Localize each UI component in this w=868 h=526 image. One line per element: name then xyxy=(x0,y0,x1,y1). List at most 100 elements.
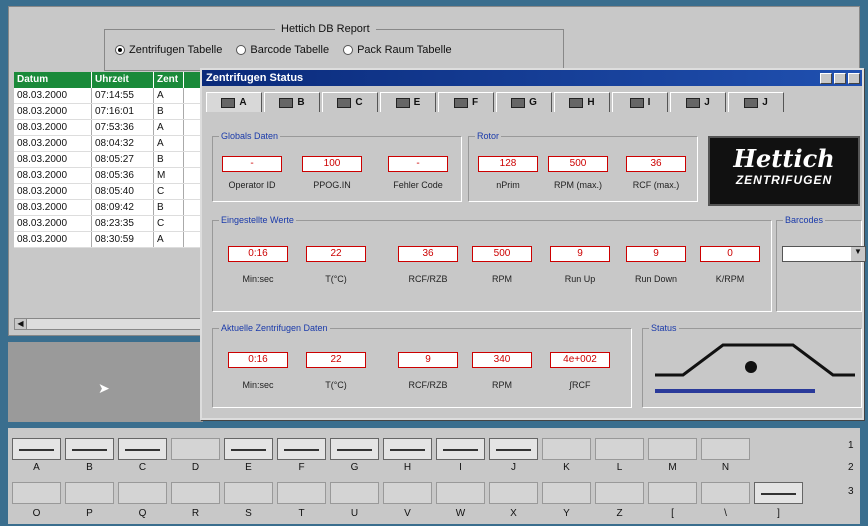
radio-zentrifugen[interactable]: Zentrifugen Tabelle xyxy=(115,44,222,56)
centrifuge-key-L[interactable] xyxy=(595,438,644,460)
close-button[interactable] xyxy=(848,72,860,84)
rotor-field-0: 128 xyxy=(478,156,538,172)
centrifuge-key-6[interactable] xyxy=(330,482,379,504)
centrifuge-key-8[interactable] xyxy=(436,482,485,504)
radio-dot[interactable] xyxy=(115,45,125,55)
centrifuge-key-F[interactable] xyxy=(277,438,326,460)
preset-field-1: 22 xyxy=(306,246,366,262)
col-uhrzeit[interactable]: Uhrzeit xyxy=(92,72,154,88)
table-cell: B xyxy=(154,200,184,215)
window-title: Zentrifugen Status xyxy=(206,72,304,84)
centrifuge-key-14[interactable] xyxy=(754,482,803,504)
rotor-label-1: RPM (max.) xyxy=(554,180,602,190)
tab-9[interactable]: J xyxy=(728,92,784,112)
radio-dot[interactable] xyxy=(236,45,247,55)
centrifuge-key-12[interactable] xyxy=(648,482,697,504)
actual-field-4: 4e+002 xyxy=(550,352,610,368)
centrifuge-key-5[interactable] xyxy=(277,482,326,504)
rotor-title: Rotor xyxy=(475,131,502,141)
table-cell: 08.03.2000 xyxy=(14,88,92,103)
key-label: E xyxy=(245,462,252,473)
preset-label-5: Run Down xyxy=(634,274,678,284)
side-number: 2 xyxy=(848,462,854,473)
col-datum[interactable]: Datum xyxy=(14,72,92,88)
centrifuge-key-J[interactable] xyxy=(489,438,538,460)
actual-label-4: ∫RCF xyxy=(569,380,591,390)
centrifuge-key-7[interactable] xyxy=(383,482,432,504)
key-label: P xyxy=(86,508,93,519)
status-profile-graphic xyxy=(655,343,855,393)
globals-label-1: PPOG.IN xyxy=(313,180,351,190)
table-row[interactable]: 08.03.2000 07:16:01 B xyxy=(14,104,214,120)
tab-4[interactable]: F xyxy=(438,92,494,112)
table-row[interactable]: 08.03.2000 08:04:32 A xyxy=(14,136,214,152)
centrifuge-key-E[interactable] xyxy=(224,438,273,460)
preset-field-5: 9 xyxy=(626,246,686,262)
chevron-down-icon[interactable]: ▼ xyxy=(851,247,865,261)
minimize-button[interactable] xyxy=(820,72,832,84)
centrifuge-key-0[interactable] xyxy=(12,482,61,504)
centrifuge-icon xyxy=(453,97,468,108)
centrifuge-key-H[interactable] xyxy=(383,438,432,460)
centrifuge-icon xyxy=(395,97,410,108)
table-row[interactable]: 08.03.2000 08:05:36 M xyxy=(14,168,214,184)
centrifuge-key-N[interactable] xyxy=(701,438,750,460)
centrifuge-key-10[interactable] xyxy=(542,482,591,504)
table-row[interactable]: 08.03.2000 08:09:42 B xyxy=(14,200,214,216)
table-row[interactable]: 08.03.2000 08:30:59 A xyxy=(14,232,214,248)
centrifuge-key-G[interactable] xyxy=(330,438,379,460)
mouse-cursor-icon: ➤ xyxy=(98,380,110,396)
centrifuge-key-4[interactable] xyxy=(224,482,273,504)
table-cell: 08:05:27 xyxy=(92,152,154,167)
tab-3[interactable]: E xyxy=(380,92,436,112)
centrifuge-key-C[interactable] xyxy=(118,438,167,460)
scroll-left-icon[interactable]: ◀ xyxy=(15,319,27,329)
tab-8[interactable]: J xyxy=(670,92,726,112)
centrifuge-key-1[interactable] xyxy=(65,482,114,504)
tab-7[interactable]: I xyxy=(612,92,668,112)
tab-6[interactable]: H xyxy=(554,92,610,112)
radio-barcode[interactable]: Barcode Tabelle xyxy=(236,44,329,56)
centrifuge-key-A[interactable] xyxy=(12,438,61,460)
centrifuge-key-11[interactable] xyxy=(595,482,644,504)
centrifuge-key-13[interactable] xyxy=(701,482,750,504)
key-label: \ xyxy=(724,508,727,519)
centrifuge-key-D[interactable] xyxy=(171,438,220,460)
table-row[interactable]: 08.03.2000 08:05:40 C xyxy=(14,184,214,200)
centrifuge-key-3[interactable] xyxy=(171,482,220,504)
centrifuge-key-B[interactable] xyxy=(65,438,114,460)
status-title: Status xyxy=(649,323,679,333)
tab-1[interactable]: B xyxy=(264,92,320,112)
centrifuge-key-I[interactable] xyxy=(436,438,485,460)
centrifuge-icon xyxy=(686,97,701,108)
table-row[interactable]: 08.03.2000 07:53:36 A xyxy=(14,120,214,136)
radio-dot[interactable] xyxy=(343,45,354,55)
centrifuge-key-M[interactable] xyxy=(648,438,697,460)
barcode-dropdown[interactable]: ▼ xyxy=(782,246,866,262)
maximize-button[interactable] xyxy=(834,72,846,84)
table-row[interactable]: 08.03.2000 08:05:27 B xyxy=(14,152,214,168)
table-cell: 08:05:36 xyxy=(92,168,154,183)
tab-label: F xyxy=(471,97,479,108)
table-cell: A xyxy=(154,136,184,151)
table-cell: A xyxy=(154,88,184,103)
table-cell: C xyxy=(154,184,184,199)
radio-packraum[interactable]: Pack Raum Tabelle xyxy=(343,44,452,56)
table-row[interactable]: 08.03.2000 07:14:55 A xyxy=(14,88,214,104)
tab-2[interactable]: C xyxy=(322,92,378,112)
tab-0[interactable]: A xyxy=(206,92,262,112)
preset-label-0: Min:sec xyxy=(242,274,274,284)
table-cell: 08:05:40 xyxy=(92,184,154,199)
table-row[interactable]: 08.03.2000 08:23:35 C xyxy=(14,216,214,232)
centrifuge-key-9[interactable] xyxy=(489,482,538,504)
col-zent[interactable]: Zent xyxy=(154,72,184,88)
window-titlebar[interactable]: Zentrifugen Status xyxy=(202,70,862,86)
rotor-label-2: RCF (max.) xyxy=(632,180,680,190)
tab-5[interactable]: G xyxy=(496,92,552,112)
table-cell: B xyxy=(154,104,184,119)
centrifuge-key-K[interactable] xyxy=(542,438,591,460)
horizontal-scrollbar[interactable]: ◀ xyxy=(14,318,204,330)
table-cell: B xyxy=(154,152,184,167)
key-label: V xyxy=(404,508,411,519)
centrifuge-key-2[interactable] xyxy=(118,482,167,504)
